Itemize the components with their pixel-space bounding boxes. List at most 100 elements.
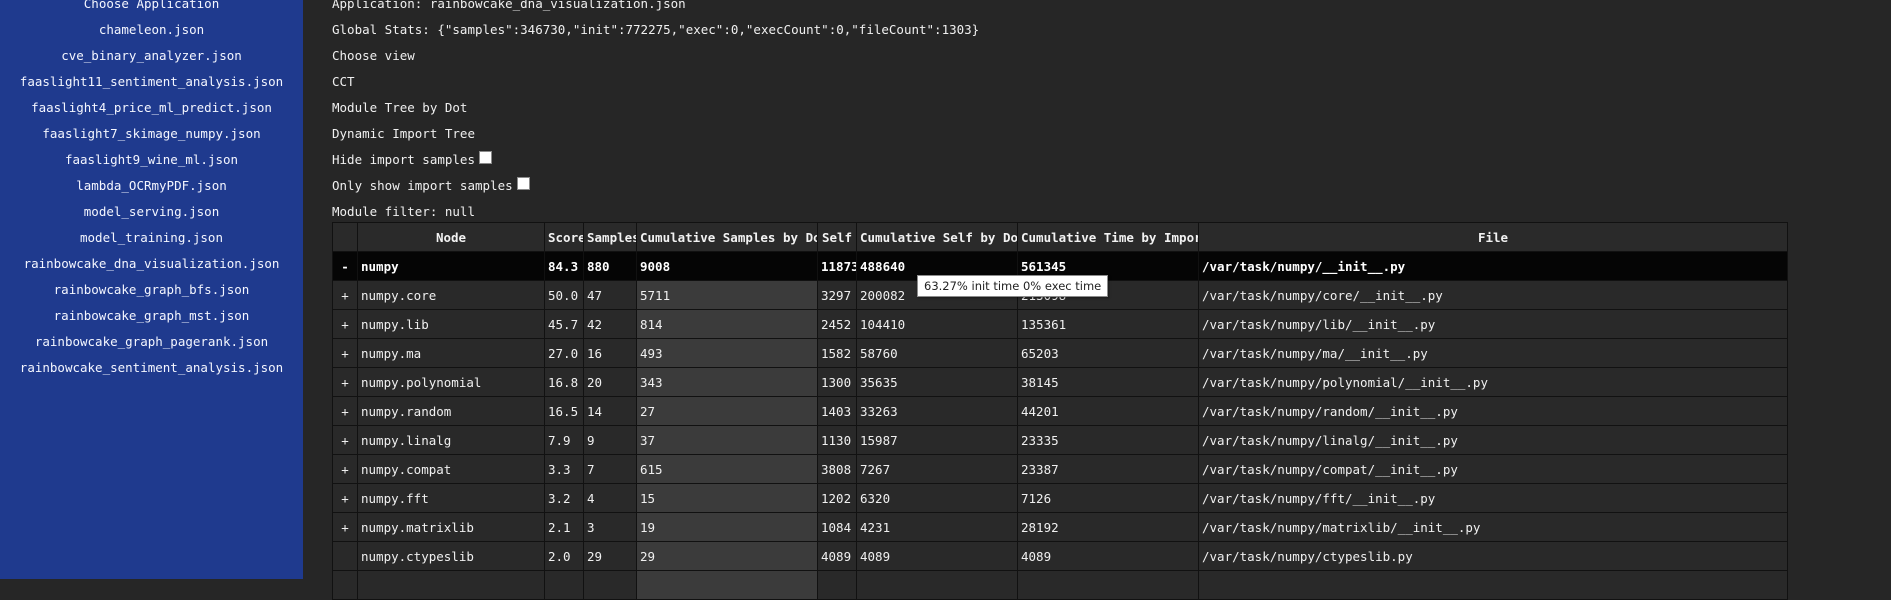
toggle-cell — [332, 570, 358, 600]
expand-toggle[interactable]: + — [332, 512, 358, 542]
cumulative-samples-cell: 615 — [636, 454, 818, 484]
cumulative-samples-cell: 15 — [636, 483, 818, 513]
header-cumulative-self[interactable]: Cumulative Self by Dot — [856, 222, 1018, 252]
header-cumulative-samples[interactable]: Cumulative Samples by Dot — [636, 222, 818, 252]
table-row[interactable]: + numpy.lib 45.7 42 814 2452 104410 1353… — [332, 309, 1788, 339]
file-cell: /var/task/numpy/lib/__init__.py — [1198, 309, 1788, 339]
sidebar-item-rainbowcake-graph-mst[interactable]: rainbowcake_graph_mst.json — [0, 303, 303, 329]
cumulative-self-cell: 7267 — [856, 454, 1018, 484]
expand-toggle[interactable]: + — [332, 338, 358, 368]
self-cell: 2452 — [817, 309, 857, 339]
sidebar-item-lambda-ocrmypdf[interactable]: lambda_OCRmyPDF.json — [0, 173, 303, 199]
application-sidebar: Choose Application chameleon.json cve_bi… — [0, 0, 303, 579]
sidebar-item-rainbowcake-sentiment-analysis[interactable]: rainbowcake_sentiment_analysis.json — [0, 355, 303, 381]
view-option-module-tree-by-dot[interactable]: Module Tree by Dot — [332, 95, 979, 121]
score-cell — [544, 570, 584, 600]
self-cell: 1582 — [817, 338, 857, 368]
self-cell: 1300 — [817, 367, 857, 397]
table-row[interactable]: + numpy.random 16.5 14 27 1403 33263 442… — [332, 396, 1788, 426]
sidebar-item-model-serving[interactable]: model_serving.json — [0, 199, 303, 225]
header-node[interactable]: Node — [357, 222, 545, 252]
samples-cell: 42 — [583, 309, 637, 339]
table-row[interactable]: + numpy.fft 3.2 4 15 1202 6320 7126 /var… — [332, 483, 1788, 513]
expand-toggle[interactable]: + — [332, 454, 358, 484]
samples-cell: 880 — [583, 251, 637, 281]
self-cell: 1130 — [817, 425, 857, 455]
node-cell: numpy.random — [357, 396, 545, 426]
hide-import-samples-checkbox[interactable] — [479, 151, 492, 164]
sidebar-item-model-training[interactable]: model_training.json — [0, 225, 303, 251]
sidebar-item-rainbowcake-graph-pagerank[interactable]: rainbowcake_graph_pagerank.json — [0, 329, 303, 355]
score-cell: 3.3 — [544, 454, 584, 484]
samples-cell: 9 — [583, 425, 637, 455]
samples-cell: 29 — [583, 541, 637, 571]
samples-cell: 20 — [583, 367, 637, 397]
score-cell: 7.9 — [544, 425, 584, 455]
samples-cell: 14 — [583, 396, 637, 426]
choose-view-heading: Choose view — [332, 48, 415, 63]
table-row[interactable]: + numpy.compat 3.3 7 615 3808 7267 23387… — [332, 454, 1788, 484]
hide-import-samples-row: Hide import samples — [332, 147, 979, 173]
cumulative-self-cell: 33263 — [856, 396, 1018, 426]
score-cell: 50.0 — [544, 280, 584, 310]
score-cell: 16.5 — [544, 396, 584, 426]
header-toggle — [332, 222, 358, 252]
table-row[interactable] — [332, 570, 1788, 600]
expand-toggle[interactable]: + — [332, 280, 358, 310]
samples-cell: 4 — [583, 483, 637, 513]
sidebar-item-faaslight4-price-ml-predict[interactable]: faaslight4_price_ml_predict.json — [0, 95, 303, 121]
self-cell: 3808 — [817, 454, 857, 484]
collapse-toggle[interactable]: - — [332, 251, 358, 281]
cumulative-samples-cell: 343 — [636, 367, 818, 397]
only-show-import-samples-checkbox[interactable] — [516, 177, 530, 190]
sidebar-item-chameleon[interactable]: chameleon.json — [0, 17, 303, 43]
node-cell: numpy.ma — [357, 338, 545, 368]
node-cell: numpy.compat — [357, 454, 545, 484]
table-row[interactable]: + numpy.polynomial 16.8 20 343 1300 3563… — [332, 367, 1788, 397]
sidebar-item-faaslight11-sentiment-analysis[interactable]: faaslight11_sentiment_analysis.json — [0, 69, 303, 95]
only-show-import-samples-label: Only show import samples — [332, 178, 513, 193]
header-samples[interactable]: Samples — [583, 222, 637, 252]
header-cumulative-time[interactable]: Cumulative Time by Import — [1017, 222, 1199, 252]
main-panel: Application: rainbowcake_dna_visualizati… — [332, 0, 1891, 600]
expand-toggle[interactable]: + — [332, 396, 358, 426]
sidebar-item-faaslight9-wine-ml[interactable]: faaslight9_wine_ml.json — [0, 147, 303, 173]
samples-cell: 47 — [583, 280, 637, 310]
expand-toggle[interactable]: + — [332, 309, 358, 339]
sidebar-item-cve-binary-analyzer[interactable]: cve_binary_analyzer.json — [0, 43, 303, 69]
node-cell: numpy — [357, 251, 545, 281]
view-option-cct[interactable]: CCT — [332, 69, 979, 95]
header-file[interactable]: File — [1198, 222, 1788, 252]
expand-toggle[interactable]: + — [332, 483, 358, 513]
file-cell: /var/task/numpy/linalg/__init__.py — [1198, 425, 1788, 455]
cumulative-samples-cell: 493 — [636, 338, 818, 368]
file-cell: /var/task/numpy/fft/__init__.py — [1198, 483, 1788, 513]
table-row[interactable]: + numpy.matrixlib 2.1 3 19 1084 4231 281… — [332, 512, 1788, 542]
table-row[interactable]: + numpy.ma 27.0 16 493 1582 58760 65203 … — [332, 338, 1788, 368]
view-option-dynamic-import-tree[interactable]: Dynamic Import Tree — [332, 121, 979, 147]
samples-cell — [583, 570, 637, 600]
cumulative-self-cell: 6320 — [856, 483, 1018, 513]
score-cell: 84.3 — [544, 251, 584, 281]
expand-toggle[interactable]: + — [332, 367, 358, 397]
cumulative-self-cell: 4089 — [856, 541, 1018, 571]
table-row[interactable]: numpy.ctypeslib 2.0 29 29 4089 4089 4089… — [332, 541, 1788, 571]
file-cell: /var/task/numpy/ctypeslib.py — [1198, 541, 1788, 571]
global-stats: Global Stats: {"samples":346730,"init":7… — [332, 22, 980, 37]
self-cell: 1202 — [817, 483, 857, 513]
self-cell — [817, 570, 857, 600]
sidebar-item-rainbowcake-graph-bfs[interactable]: rainbowcake_graph_bfs.json — [0, 277, 303, 303]
cumulative-self-cell — [856, 570, 1018, 600]
hide-import-samples-label: Hide import samples — [332, 152, 475, 167]
sidebar-item-faaslight7-skimage-numpy[interactable]: faaslight7_skimage_numpy.json — [0, 121, 303, 147]
expand-toggle[interactable]: + — [332, 425, 358, 455]
header-self[interactable]: Self — [817, 222, 857, 252]
cumulative-time-cell: 65203 — [1017, 338, 1199, 368]
file-cell: /var/task/numpy/compat/__init__.py — [1198, 454, 1788, 484]
sidebar-item-rainbowcake-dna-visualization[interactable]: rainbowcake_dna_visualization.json — [0, 251, 303, 277]
cumulative-samples-cell: 29 — [636, 541, 818, 571]
header-score[interactable]: Score — [544, 222, 584, 252]
table-row[interactable]: + numpy.linalg 7.9 9 37 1130 15987 23335… — [332, 425, 1788, 455]
cumulative-time-cell: 23335 — [1017, 425, 1199, 455]
info-panel: Application: rainbowcake_dna_visualizati… — [332, 0, 979, 225]
